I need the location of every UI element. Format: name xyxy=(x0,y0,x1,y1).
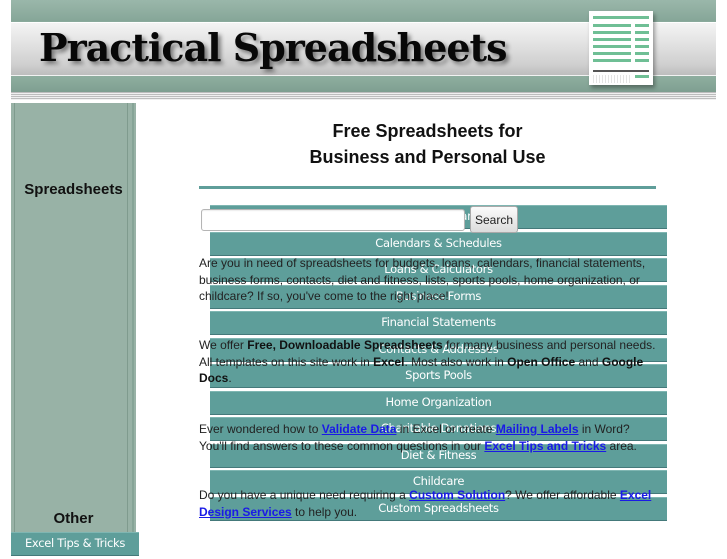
excel-tips-tricks-link[interactable]: Excel Tips and Tricks xyxy=(484,439,606,453)
validate-data-link[interactable]: Validate Data xyxy=(322,422,397,436)
site-header-banner: Practical Spreadsheets xyxy=(11,0,716,100)
open-office-highlight: Open Office xyxy=(507,354,576,369)
search-button[interactable]: Search xyxy=(470,206,518,233)
sidebar-other-list: Excel Tips & Tricks xyxy=(11,532,139,559)
sidebar-item-calendars-schedules[interactable]: Calendars & Schedules xyxy=(210,231,667,256)
tips-paragraph: Ever wondered how to Validate Data in Ex… xyxy=(199,422,637,453)
sidebar-heading-other: Other xyxy=(53,510,94,527)
offer-paragraph: We offer Free, Downloadable Spreadsheets… xyxy=(199,338,656,385)
sidebar-item-financial-statements[interactable]: Financial Statements xyxy=(210,311,667,335)
sidebar-item-home-organization[interactable]: Home Organization xyxy=(210,390,667,415)
page-title-line2: Business and Personal Use xyxy=(309,147,546,167)
page-title: Free Spreadsheets for Business and Perso… xyxy=(199,118,656,170)
search-input[interactable] xyxy=(201,209,465,231)
mailing-labels-link[interactable]: Mailing Labels xyxy=(496,422,579,436)
sidebar-item-excel-tips-tricks[interactable]: Excel Tips & Tricks xyxy=(11,532,139,556)
main-content: Free Spreadsheets for Business and Perso… xyxy=(199,118,656,519)
sidebar: Spreadsheets Budgets & Finances Calendar… xyxy=(11,103,667,556)
excel-highlight: Excel xyxy=(373,354,405,369)
free-downloadable-highlight: Free, Downloadable Spreadsheets xyxy=(247,338,443,352)
site-logo-title[interactable]: Practical Spreadsheets xyxy=(39,22,507,74)
banner-stripes xyxy=(11,92,716,100)
custom-solution-paragraph: Do you have a unique need requiring a Cu… xyxy=(199,488,652,519)
intro-paragraph: Are you in need of spreadsheets for budg… xyxy=(199,256,646,303)
search-form: Search xyxy=(199,206,656,233)
spreadsheet-document-icon xyxy=(589,11,653,85)
custom-solution-link[interactable]: Custom Solution xyxy=(409,488,505,502)
page-title-line1: Free Spreadsheets for xyxy=(332,121,523,141)
title-divider xyxy=(199,186,656,189)
sidebar-heading-spreadsheets: Spreadsheets xyxy=(24,181,123,198)
